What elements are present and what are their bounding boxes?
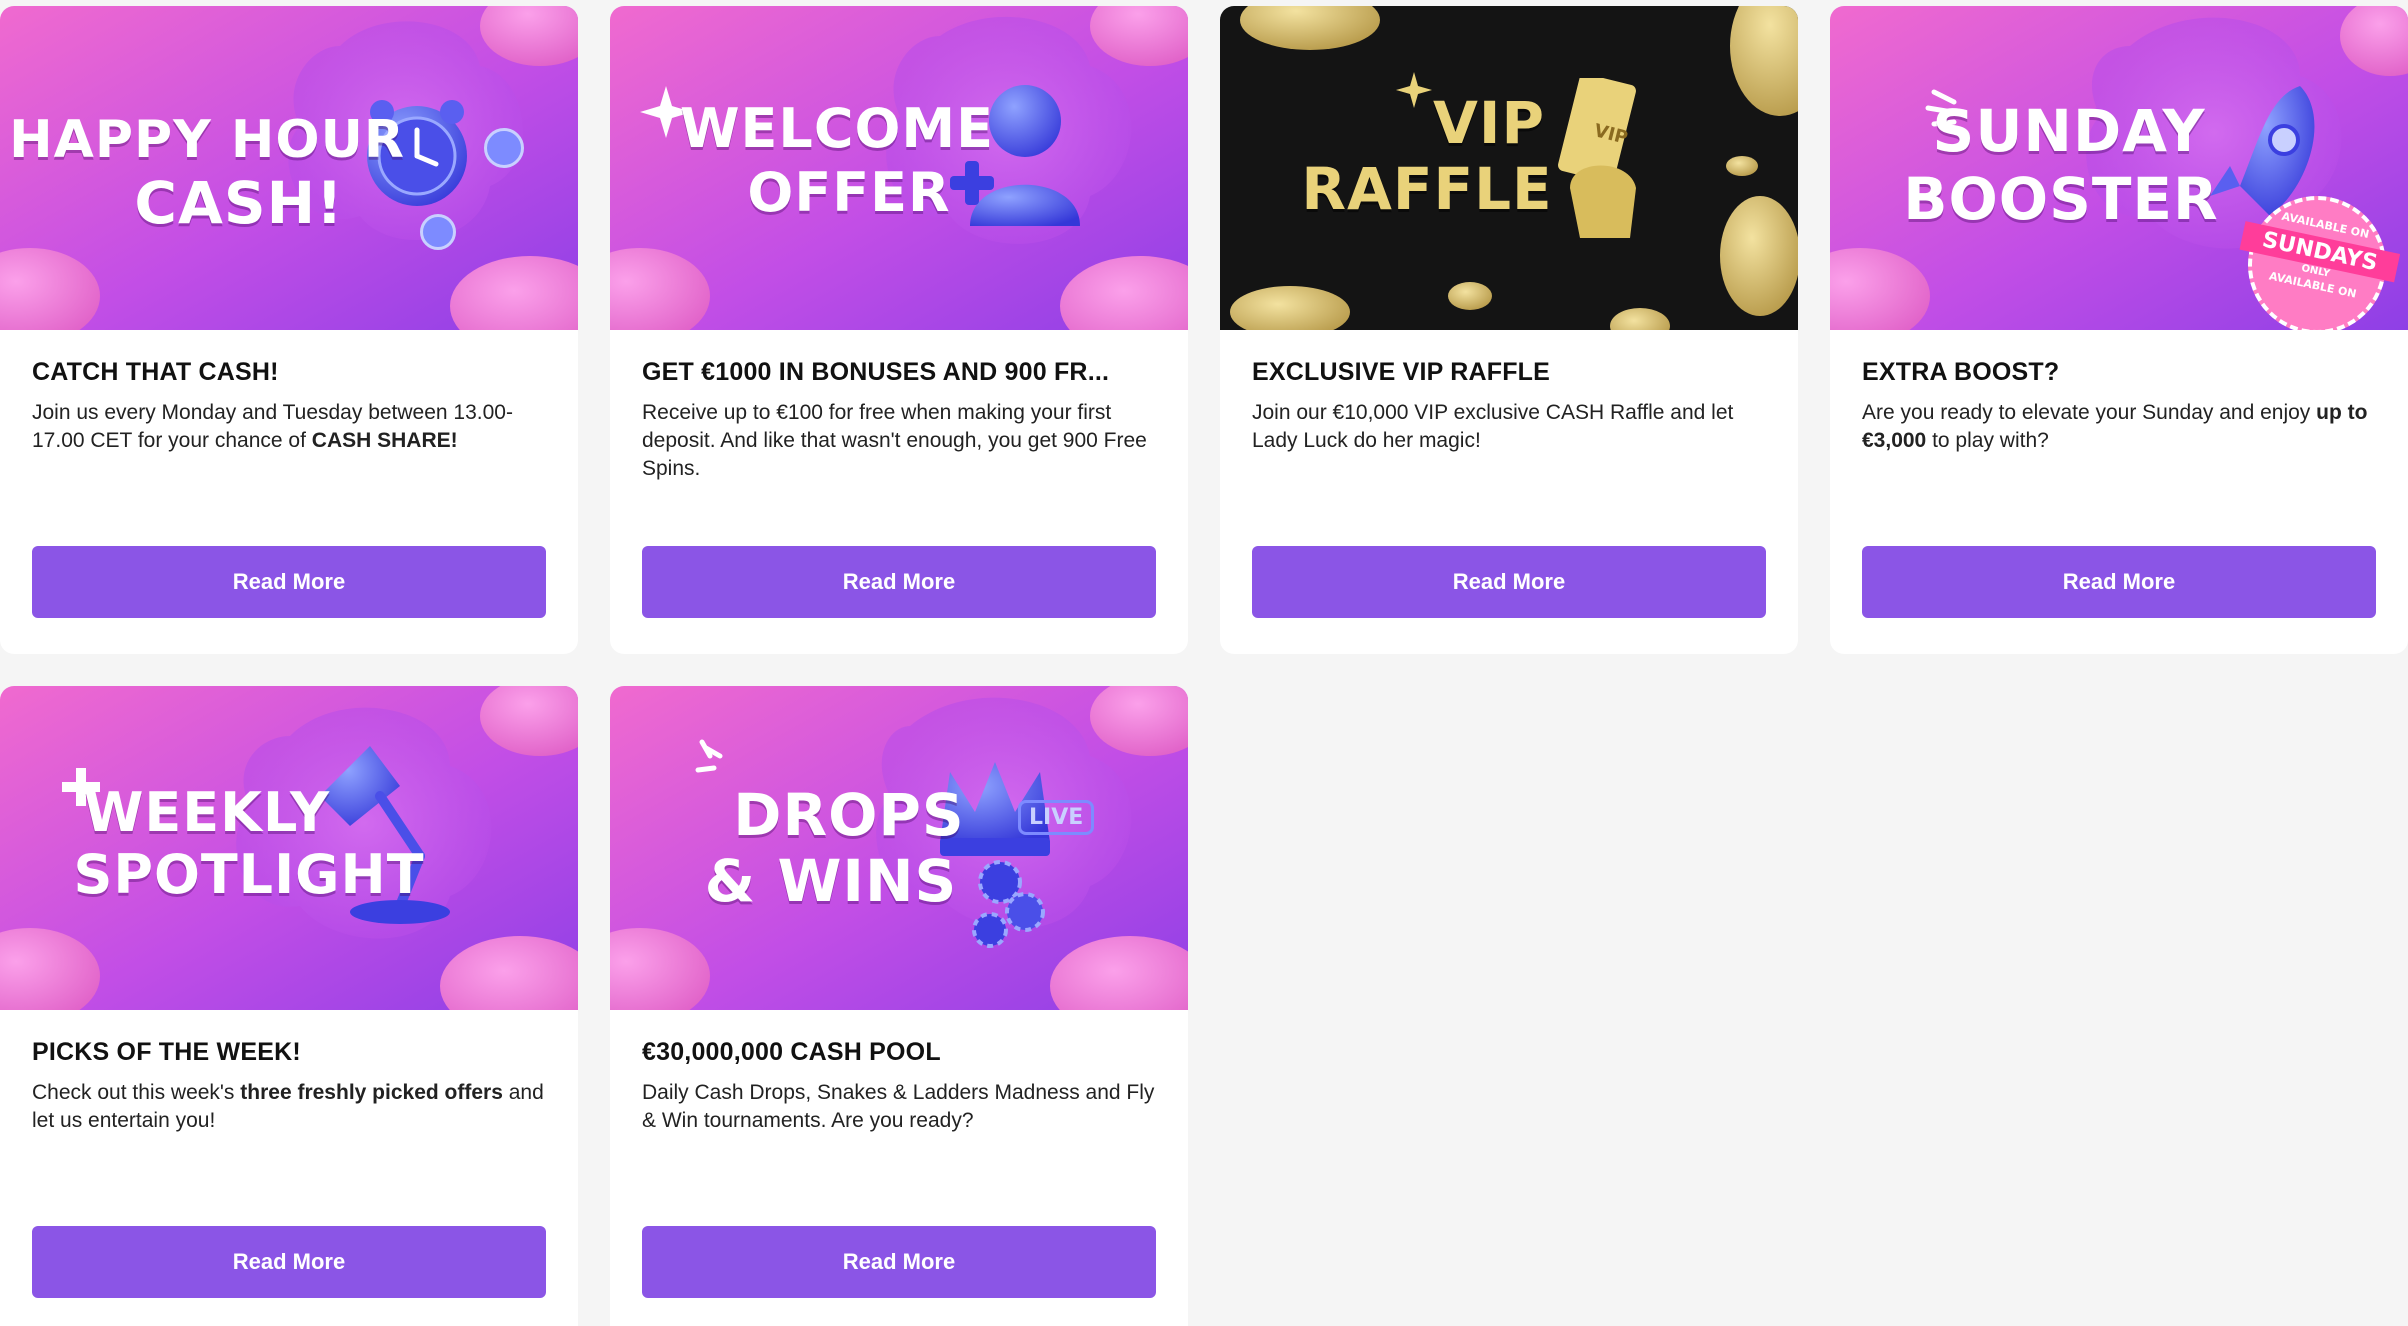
promotions-grid: HAPPY HOUR CASH! CATCH THAT CASH! Join u… [0, 6, 2408, 1326]
promo-description: Check out this week's three freshly pick… [32, 1081, 544, 1132]
read-more-button[interactable]: Read More [32, 1226, 546, 1298]
banner-title-line2: BOOSTER [1903, 165, 2219, 233]
promo-title: GET €1000 IN BONUSES AND 900 FR... [642, 358, 1110, 386]
promo-card-welcome-offer: WELCOME OFFER GET €1000 IN BONUSES AND 9… [610, 6, 1188, 654]
promo-description: Receive up to €100 for free when making … [642, 401, 1147, 480]
promo-banner[interactable]: WELCOME OFFER [610, 6, 1188, 330]
banner-title-line2: & WINS [704, 847, 958, 915]
promo-title: CATCH THAT CASH! [32, 358, 279, 386]
promo-card-weekly-spotlight: WEEKLY SPOTLIGHT PICKS OF THE WEEK! Chec… [0, 686, 578, 1326]
promo-title: PICKS OF THE WEEK! [32, 1038, 301, 1066]
banner-title-line2: RAFFLE [1301, 155, 1553, 223]
read-more-button[interactable]: Read More [1252, 546, 1766, 618]
promo-banner[interactable]: WEEKLY SPOTLIGHT [0, 686, 578, 1010]
banner-title-line1: DROPS [733, 781, 965, 849]
banner-title-line2: SPOTLIGHT [73, 843, 425, 906]
banner-title-line2: OFFER [747, 161, 951, 224]
promo-description: Daily Cash Drops, Snakes & Ladders Madne… [642, 1081, 1155, 1132]
promo-description: Are you ready to elevate your Sunday and… [1862, 401, 2368, 452]
banner-title-line1: VIP [1433, 89, 1545, 157]
banner-title-line1: WEEKLY [83, 781, 331, 844]
promo-title: €30,000,000 CASH POOL [642, 1038, 941, 1066]
promo-card-happy-hour: HAPPY HOUR CASH! CATCH THAT CASH! Join u… [0, 6, 578, 654]
promo-title: EXCLUSIVE VIP RAFFLE [1252, 358, 1551, 386]
read-more-button[interactable]: Read More [32, 546, 546, 618]
promo-card-drops-wins: LIVE DROPS & WINS €30,000,000 CASH POOL … [610, 686, 1188, 1326]
banner-title-line2: CASH! [134, 169, 344, 237]
promo-banner[interactable]: LIVE DROPS & WINS [610, 686, 1188, 1010]
banner-title-line1: HAPPY HOUR [9, 110, 405, 170]
promo-banner[interactable]: HAPPY HOUR CASH! [0, 6, 578, 330]
promo-title: EXTRA BOOST? [1862, 358, 2060, 386]
read-more-button[interactable]: Read More [1862, 546, 2376, 618]
read-more-button[interactable]: Read More [642, 1226, 1156, 1298]
read-more-button[interactable]: Read More [642, 546, 1156, 618]
promo-card-vip-raffle: VIP VIP RAFFLE EXCLUSIVE VIP RAFFLE Join… [1220, 6, 1798, 654]
banner-title-line1: WELCOME [679, 97, 995, 160]
promo-banner[interactable]: VIP VIP RAFFLE [1220, 6, 1798, 330]
promo-description: Join our €10,000 VIP exclusive CASH Raff… [1252, 401, 1734, 452]
promo-banner[interactable]: AVAILABLE ON SUNDAYS ONLY AVAILABLE ON S… [1830, 6, 2408, 330]
promo-card-sunday-booster: AVAILABLE ON SUNDAYS ONLY AVAILABLE ON S… [1830, 6, 2408, 654]
promo-description: Join us every Monday and Tuesday between… [32, 401, 513, 452]
banner-title-line1: SUNDAY [1932, 97, 2206, 165]
